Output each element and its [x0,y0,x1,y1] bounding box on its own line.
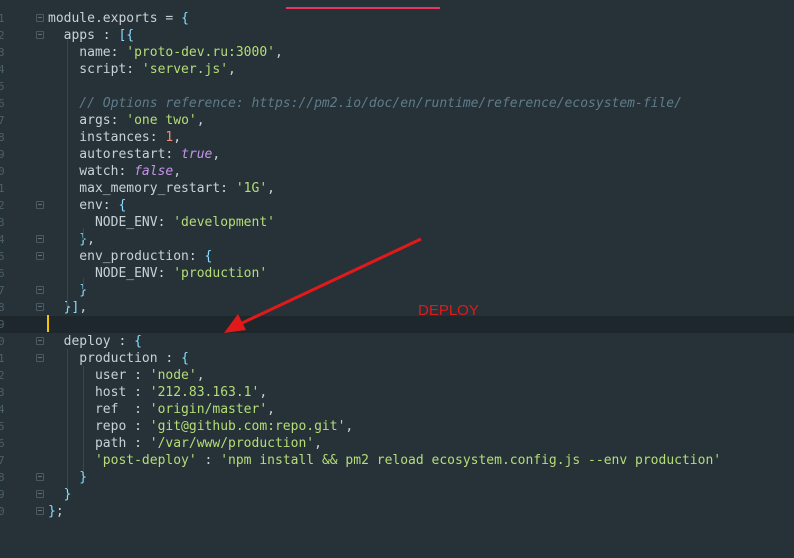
deploy-annotation-label: DEPLOY [418,302,479,319]
arrow-head [224,314,246,333]
code-editor[interactable]: 1 module.exports = {2 apps : [{3 name: 'p… [0,0,794,558]
annotation-arrow [224,237,422,333]
arrow-shaft [239,237,422,326]
